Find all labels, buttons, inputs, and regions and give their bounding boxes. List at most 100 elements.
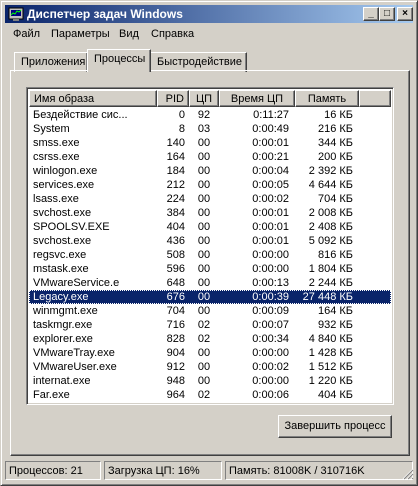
process-row[interactable]: csrss.exe 164 00 0:00:21 200 КБ	[29, 150, 391, 164]
process-pid: 140	[166, 137, 185, 149]
tab-applications[interactable]: Приложения	[14, 52, 88, 72]
process-pid: 716	[166, 319, 185, 331]
menu-help[interactable]: Справка	[151, 28, 194, 40]
status-process-count: Процессов: 21	[5, 461, 101, 480]
column-filler	[359, 90, 391, 107]
column-image-name[interactable]: Имя образа	[29, 90, 157, 107]
menu-options[interactable]: Параметры	[51, 28, 110, 40]
menu-file[interactable]: Файл	[13, 28, 40, 40]
status-cpu-usage: Загрузка ЦП: 16%	[104, 461, 222, 480]
process-cpu: 02	[197, 389, 211, 401]
process-list[interactable]: Имя образа PID ЦП Время ЦП Память Бездей…	[26, 87, 394, 405]
process-name: winlogon.exe	[33, 165, 98, 177]
task-manager-window: Диспетчер задач Windows _ □ × Файл Парам…	[0, 0, 418, 486]
column-pid[interactable]: PID	[157, 90, 189, 107]
process-name: svchost.exe	[33, 207, 92, 219]
column-memory[interactable]: Память	[295, 90, 359, 107]
process-row[interactable]: Legacy.exe 676 00 0:00:39 27 448 КБ	[29, 290, 391, 304]
column-cpu-time[interactable]: Время ЦП	[219, 90, 295, 107]
process-row[interactable]: VMwareUser.exe 912 00 0:00:02 1 512 КБ	[29, 360, 391, 374]
process-cpu: 00	[197, 235, 211, 247]
process-row[interactable]: Far.exe 964 02 0:00:06 404 КБ	[29, 388, 391, 402]
process-cpu: 00	[197, 137, 211, 149]
process-memory: 404 КБ	[317, 389, 353, 401]
menu-bar: Файл Параметры Вид Справка	[5, 25, 413, 45]
menu-view[interactable]: Вид	[119, 28, 139, 40]
process-pid: 436	[166, 235, 185, 247]
process-memory: 5 092 КБ	[308, 235, 353, 247]
process-memory: 2 392 КБ	[308, 165, 353, 177]
process-name: winmgmt.exe	[33, 305, 98, 317]
column-cpu[interactable]: ЦП	[189, 90, 219, 107]
process-row[interactable]: regsvc.exe 508 00 0:00:00 816 КБ	[29, 248, 391, 262]
process-cpu: 00	[197, 249, 211, 261]
process-row[interactable]: mstask.exe 596 00 0:00:00 1 804 КБ	[29, 262, 391, 276]
process-name: System	[33, 123, 70, 135]
process-memory: 1 220 КБ	[308, 375, 353, 387]
tab-performance[interactable]: Быстродействие	[150, 52, 247, 72]
process-memory: 16 КБ	[324, 109, 353, 121]
process-pid: 0	[178, 109, 185, 121]
process-memory: 1 428 КБ	[308, 347, 353, 359]
process-row[interactable]: VMwareService.e 648 00 0:00:13 2 244 КБ	[29, 276, 391, 290]
process-name: explorer.exe	[33, 333, 93, 345]
window-title: Диспетчер задач Windows	[27, 7, 183, 21]
process-cpu: 00	[197, 361, 211, 373]
process-name: Legacy.exe	[33, 291, 89, 303]
process-pid: 912	[166, 361, 185, 373]
process-row[interactable]: winmgmt.exe 704 00 0:00:09 164 КБ	[29, 304, 391, 318]
process-memory: 4 644 КБ	[308, 179, 353, 191]
process-cpu: 02	[197, 333, 211, 345]
process-memory: 932 КБ	[317, 319, 353, 331]
maximize-button[interactable]: □	[379, 7, 395, 21]
process-pid: 676	[166, 291, 185, 303]
process-row[interactable]: SPOOLSV.EXE 404 00 0:00:01 2 408 КБ	[29, 220, 391, 234]
process-memory: 27 448 КБ	[302, 291, 353, 303]
process-pid: 164	[166, 151, 185, 163]
process-name: svchost.exe	[33, 235, 92, 247]
process-row[interactable]: System 8 03 0:00:49 216 КБ	[29, 122, 391, 136]
process-cpu-time: 0:00:21	[252, 151, 289, 163]
process-memory: 216 КБ	[317, 123, 353, 135]
process-cpu: 00	[197, 151, 211, 163]
process-row[interactable]: explorer.exe 828 02 0:00:34 4 840 КБ	[29, 332, 391, 346]
process-pid: 384	[166, 207, 185, 219]
process-row[interactable]: Бездействие сис... 0 92 0:11:27 16 КБ	[29, 108, 391, 122]
process-cpu-time: 0:00:02	[252, 361, 289, 373]
process-row[interactable]: taskmgr.exe 716 02 0:00:07 932 КБ	[29, 318, 391, 332]
process-row[interactable]: services.exe 212 00 0:00:05 4 644 КБ	[29, 178, 391, 192]
process-cpu-time: 0:11:27	[253, 109, 289, 121]
process-row[interactable]: smss.exe 140 00 0:00:01 344 КБ	[29, 136, 391, 150]
close-button[interactable]: ×	[397, 7, 413, 21]
process-pid: 828	[166, 333, 185, 345]
process-cpu-time: 0:00:13	[252, 277, 289, 289]
process-row[interactable]: VMwareTray.exe 904 00 0:00:00 1 428 КБ	[29, 346, 391, 360]
process-row[interactable]: winlogon.exe 184 00 0:00:04 2 392 КБ	[29, 164, 391, 178]
title-bar[interactable]: Диспетчер задач Windows _ □ ×	[5, 5, 413, 23]
process-cpu-time: 0:00:00	[252, 249, 289, 261]
process-cpu: 00	[197, 193, 211, 205]
process-cpu-time: 0:00:34	[252, 333, 289, 345]
process-name: regsvc.exe	[33, 249, 87, 261]
resize-grip-icon[interactable]	[402, 468, 414, 480]
process-cpu-time: 0:00:00	[252, 263, 289, 275]
process-cpu: 00	[197, 221, 211, 233]
process-name: Бездействие сис...	[33, 109, 128, 121]
process-cpu-time: 0:00:01	[252, 235, 289, 247]
tab-processes[interactable]: Процессы	[87, 49, 151, 72]
process-memory: 200 КБ	[317, 151, 353, 163]
process-row[interactable]: lsass.exe 224 00 0:00:02 704 КБ	[29, 192, 391, 206]
process-pid: 508	[166, 249, 185, 261]
end-process-button[interactable]: Завершить процесс	[278, 415, 392, 438]
process-row[interactable]: svchost.exe 436 00 0:00:01 5 092 КБ	[29, 234, 391, 248]
minimize-button[interactable]: _	[363, 7, 379, 21]
process-name: mstask.exe	[33, 263, 89, 275]
process-row[interactable]: svchost.exe 384 00 0:00:01 2 008 КБ	[29, 206, 391, 220]
process-pid: 704	[166, 305, 185, 317]
process-name: VMwareService.e	[33, 277, 120, 289]
process-row[interactable]: internat.exe 948 00 0:00:00 1 220 КБ	[29, 374, 391, 388]
process-pid: 212	[166, 179, 185, 191]
process-memory: 704 КБ	[317, 193, 353, 205]
task-manager-icon	[8, 7, 24, 21]
process-cpu-time: 0:00:01	[252, 221, 289, 233]
